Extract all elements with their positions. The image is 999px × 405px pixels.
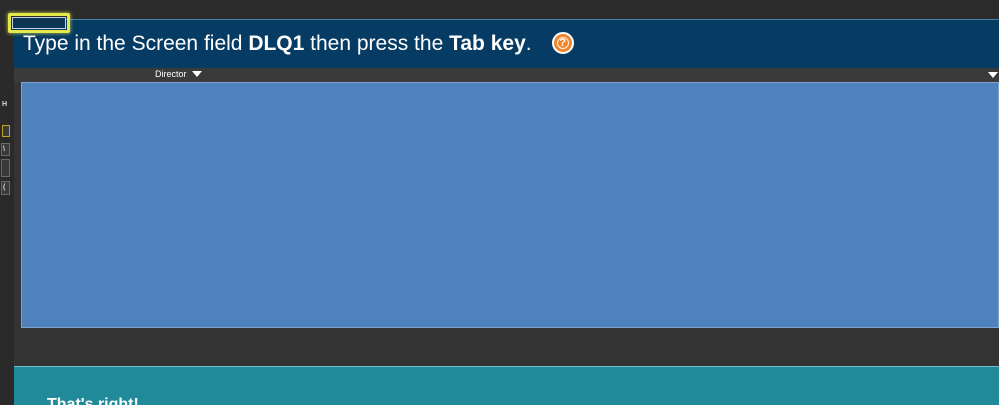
instruction-text: Type in the Screen field DLQ1 then press… (23, 32, 532, 56)
instruction-suffix: . (525, 32, 532, 55)
instruction-field-value: DLQ1 (248, 32, 305, 55)
chevron-down-icon[interactable] (988, 72, 998, 78)
director-label: Director (155, 69, 187, 79)
feedback-panel: That's right! (14, 366, 999, 405)
instruction-middle: then press the (304, 32, 450, 55)
sidebar-mark-backslash: \ (3, 146, 5, 153)
overlay-panel (21, 82, 999, 328)
feedback-message: That's right! (47, 396, 139, 405)
sidebar-mark-h: H (2, 101, 8, 108)
instruction-key-name: Tab key (449, 32, 526, 55)
help-icon[interactable] (551, 32, 574, 54)
director-dropdown[interactable]: Director (155, 69, 202, 79)
sidebar-mark-paren: ( (3, 184, 6, 191)
screen-field-highlight[interactable] (8, 13, 70, 33)
instruction-banner: Type in the Screen field DLQ1 then press… (14, 19, 999, 68)
screen-field-input[interactable] (12, 17, 66, 29)
top-bar (0, 0, 999, 19)
instruction-prefix: Type in the Screen field (23, 32, 249, 55)
column-header-row: Director (14, 68, 999, 82)
left-sidebar: H \ ( (0, 19, 14, 405)
sidebar-tab-selected[interactable] (2, 125, 10, 137)
tutorial-stage: H \ ( Type in the Screen field DLQ1 then… (0, 0, 999, 405)
chevron-down-icon (191, 71, 202, 77)
sidebar-field[interactable] (1, 159, 10, 177)
